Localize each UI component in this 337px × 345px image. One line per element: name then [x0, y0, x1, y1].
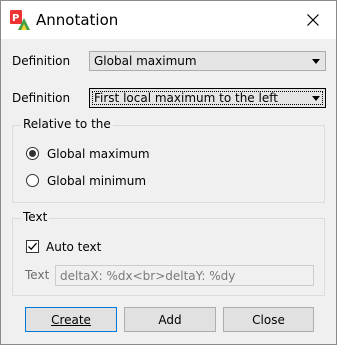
annotation-text-input[interactable]: deltaX: %dx<br>deltaY: %dy — [55, 265, 314, 286]
window-title: Annotation — [36, 11, 119, 29]
create-button-label: Create — [51, 312, 91, 327]
add-button-label: Add — [158, 312, 182, 327]
add-button[interactable]: Add — [124, 307, 216, 332]
chevron-down-icon — [312, 96, 320, 101]
app-icon: P — [10, 10, 30, 30]
radio-global-minimum[interactable] — [26, 174, 39, 187]
definition-select-1-value: Global maximum — [94, 54, 197, 68]
text-field-label: Text — [25, 268, 50, 282]
chevron-down-icon — [312, 59, 320, 64]
checkmark-icon — [28, 242, 37, 251]
radio-global-minimum-label[interactable]: Global minimum — [47, 174, 146, 188]
text-group-title: Text — [21, 210, 50, 224]
radio-global-maximum-label[interactable]: Global maximum — [47, 147, 150, 161]
annotation-text-value: deltaX: %dx<br>deltaY: %dy — [60, 269, 236, 283]
radio-selected-dot — [29, 150, 36, 157]
definition-label-1: Definition — [12, 54, 71, 68]
close-button[interactable]: Close — [223, 307, 314, 332]
close-button-label: Close — [252, 312, 285, 327]
auto-text-checkbox[interactable] — [26, 240, 39, 253]
definition-label-2: Definition — [12, 91, 71, 105]
annotation-dialog: P Annotation Definition Global maximum D… — [0, 0, 337, 345]
close-icon — [307, 14, 319, 26]
relative-to-group-title: Relative to the — [21, 117, 113, 131]
relative-to-group — [12, 125, 325, 203]
radio-global-maximum[interactable] — [26, 147, 39, 160]
create-button[interactable]: Create — [25, 307, 117, 332]
auto-text-label[interactable]: Auto text — [46, 240, 101, 254]
definition-select-1[interactable]: Global maximum — [89, 51, 326, 71]
svg-text:P: P — [12, 13, 19, 24]
title-bar: P Annotation — [1, 1, 336, 39]
definition-select-2[interactable]: First local maximum to the left — [89, 88, 326, 108]
window-close-button[interactable] — [295, 5, 331, 35]
definition-select-2-value: First local maximum to the left — [94, 91, 278, 105]
